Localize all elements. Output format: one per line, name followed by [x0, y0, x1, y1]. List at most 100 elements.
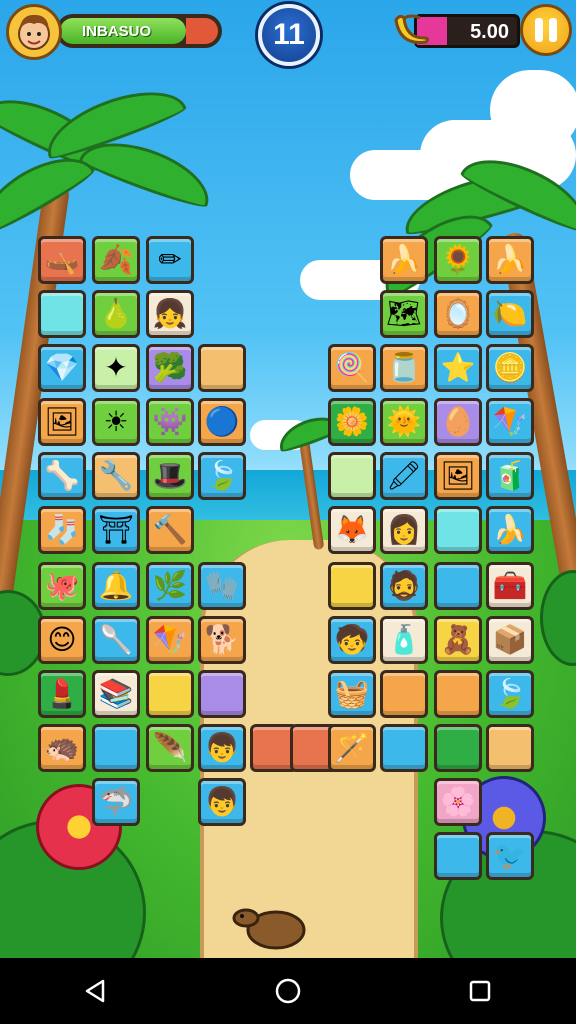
nav-back-button[interactable]	[66, 961, 126, 1021]
tile-glove[interactable]: 🧤	[198, 562, 246, 610]
tile-sunface[interactable]: 🌞	[380, 398, 428, 446]
tile-character[interactable]: 👧	[146, 290, 194, 338]
tile-empty[interactable]	[434, 670, 482, 718]
tile-empty[interactable]	[328, 452, 376, 500]
tile-banana-r[interactable]: 🍌	[486, 236, 534, 284]
tile-pear[interactable]: 🍐	[92, 290, 140, 338]
tile-lipstick[interactable]: 💄	[38, 670, 86, 718]
tile-bottle[interactable]: 🧴	[380, 616, 428, 664]
tile-hammer[interactable]: 🔨	[146, 506, 194, 554]
tile-blob[interactable]: 🐙	[38, 562, 86, 610]
picture-icon: 🖼	[44, 405, 80, 438]
tile-shark[interactable]: 🦈	[92, 778, 140, 826]
tile-banana-3[interactable]: 🍌	[486, 506, 534, 554]
tile-arch[interactable]: ⛩	[92, 506, 140, 554]
tile-empty[interactable]	[146, 670, 194, 718]
tile-lemon[interactable]: 🍋	[486, 290, 534, 338]
tile-jar[interactable]: 🫙	[380, 344, 428, 392]
tile-spiky-leaf[interactable]: 🍂	[92, 236, 140, 284]
tile-pencil[interactable]: ✏	[146, 236, 194, 284]
tile-ball[interactable]: 🔵	[198, 398, 246, 446]
tile-empty[interactable]	[38, 290, 86, 338]
tile-sun[interactable]: ☀	[92, 398, 140, 446]
smiley-icon: 😊	[47, 623, 77, 656]
tile-wand[interactable]: 🪄	[328, 724, 376, 772]
tile-kite[interactable]: 🪁	[146, 616, 194, 664]
tile-empty[interactable]	[434, 832, 482, 880]
tile-empty[interactable]	[434, 506, 482, 554]
nav-home-button[interactable]	[258, 961, 318, 1021]
tile-feather[interactable]: 🪶	[146, 724, 194, 772]
tile-hedgehog[interactable]: 🦔	[38, 724, 86, 772]
tile-fox[interactable]: 🦊	[328, 506, 376, 554]
tile-map[interactable]: 🗺	[380, 290, 428, 338]
tile-crate[interactable]: 📦	[486, 616, 534, 664]
tile-mirror[interactable]: 🪞	[434, 290, 482, 338]
tile-girl[interactable]: 👩	[380, 506, 428, 554]
tile-empty[interactable]	[198, 344, 246, 392]
tile-basket[interactable]: 🧺	[328, 670, 376, 718]
tile-boat[interactable]: 🛶	[38, 236, 86, 284]
jar-icon: 🫙	[386, 351, 422, 384]
tile-toolbox[interactable]: 🧰	[486, 562, 534, 610]
tile-empty[interactable]	[434, 562, 482, 610]
tile-spoon[interactable]: 🥄	[92, 616, 140, 664]
box-icon: 🧃	[492, 459, 528, 492]
bell-icon: 🔔	[98, 569, 134, 602]
player-avatar[interactable]	[6, 4, 62, 60]
tile-empty[interactable]	[380, 670, 428, 718]
hat-icon: 🎩	[152, 459, 188, 492]
tile-flower[interactable]: 🌼	[328, 398, 376, 446]
tile-leaf[interactable]: 🍃	[198, 452, 246, 500]
tile-starfish[interactable]: ⭐	[434, 344, 482, 392]
tile-empty[interactable]	[328, 562, 376, 610]
tile-empty[interactable]	[486, 724, 534, 772]
tile-lollipop[interactable]: 🍭	[328, 344, 376, 392]
tile-boy-2[interactable]: 👦	[198, 778, 246, 826]
tile-boy[interactable]: 👦	[198, 724, 246, 772]
tile-empty[interactable]	[434, 724, 482, 772]
tile-gem[interactable]: 💎	[38, 344, 86, 392]
tile-bush[interactable]: 🌿	[146, 562, 194, 610]
tile-box[interactable]: 🧃	[486, 452, 534, 500]
level-number: 11	[273, 18, 305, 51]
tile-teddy[interactable]: 🧸	[434, 616, 482, 664]
teddy-icon: 🧸	[440, 623, 476, 656]
tile-frame[interactable]: 🖼	[434, 452, 482, 500]
tile-crayon[interactable]: 🖍	[380, 452, 428, 500]
man-icon: 🧔	[386, 569, 422, 602]
tile-sun-r[interactable]: 🌻	[434, 236, 482, 284]
tile-banana-2[interactable]: 🍌	[380, 236, 428, 284]
tile-hat[interactable]: 🎩	[146, 452, 194, 500]
tile-smiley[interactable]: 😊	[38, 616, 86, 664]
tile-star[interactable]: ✦	[92, 344, 140, 392]
boat-icon: 🛶	[44, 243, 80, 276]
tile-kite-2[interactable]: 🪁	[486, 398, 534, 446]
tile-leaf-2[interactable]: 🍃	[486, 670, 534, 718]
tile-books[interactable]: 📚	[92, 670, 140, 718]
tile-broccoli[interactable]: 🥦	[146, 344, 194, 392]
tile-monster[interactable]: 👾	[146, 398, 194, 446]
tile-bird[interactable]: 🐦	[486, 832, 534, 880]
tile-empty[interactable]	[92, 724, 140, 772]
tile-man[interactable]: 🧔	[380, 562, 428, 610]
tile-dog[interactable]: 🐕	[198, 616, 246, 664]
tile-empty[interactable]	[380, 724, 428, 772]
tile-bone[interactable]: 🦴	[38, 452, 86, 500]
bone-icon: 🦴	[44, 459, 80, 492]
nav-recents-button[interactable]	[450, 961, 510, 1021]
pause-button[interactable]	[520, 4, 572, 56]
tile-empty[interactable]	[198, 670, 246, 718]
home-circle-icon	[275, 978, 301, 1004]
tile-egg[interactable]: 🥚	[434, 398, 482, 446]
tile-picture[interactable]: 🖼	[38, 398, 86, 446]
tile-kid[interactable]: 🧒	[328, 616, 376, 664]
tile-sunflower[interactable]: 🌸	[434, 778, 482, 826]
game-scene: 🛶 🍂 ✏ 🍐 👧 💎 ✦ 🥦 🖼 ☀ 👾 🔵 🦴 🔧 🎩 🍃 🧦 ⛩ 🔨 🐙 🔔 🌿 🧤 😊 🥄 🪁 🐕 💄 📚 🦔 🪶 👦 🦈 👦 🍌 🌻 🍌 🗺 🪞 🍋…	[0, 0, 576, 958]
tile-bell[interactable]: 🔔	[92, 562, 140, 610]
xp-bar-remaining	[186, 18, 218, 44]
tile-sock[interactable]: 🧦	[38, 506, 86, 554]
tile-tool[interactable]: 🔧	[92, 452, 140, 500]
tile-treasure[interactable]: 🪙	[486, 344, 534, 392]
fox-icon: 🦊	[334, 513, 370, 546]
